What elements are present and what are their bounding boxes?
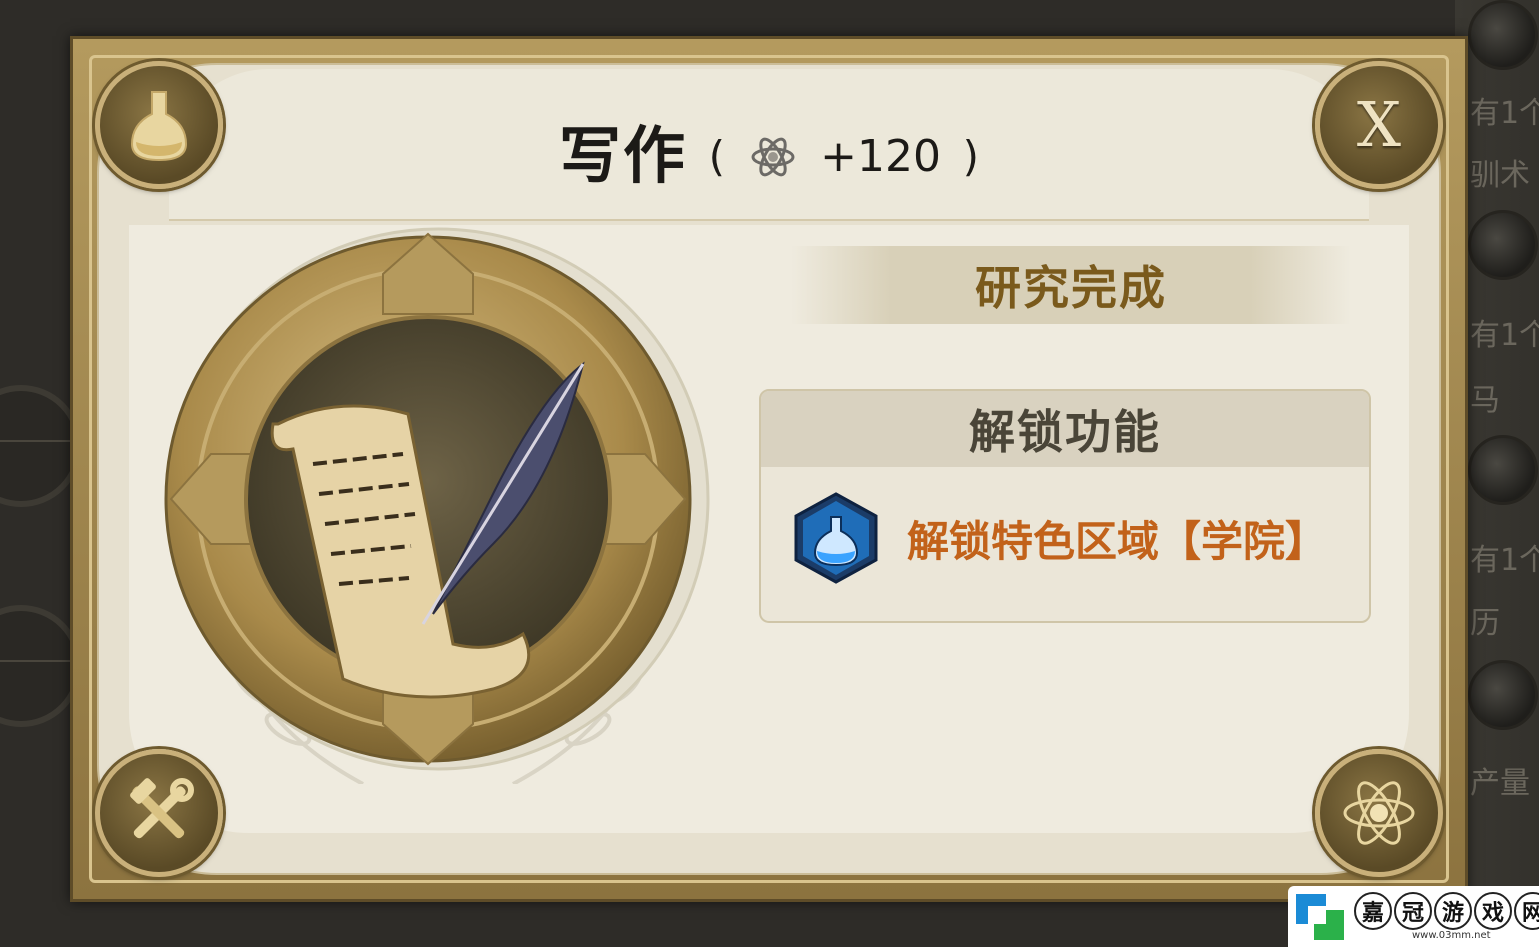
- watermark-char: 冠: [1394, 892, 1432, 930]
- research-status-text: 研究完成: [975, 261, 1167, 315]
- tech-name: 写作: [558, 119, 687, 192]
- reward-value: +120: [820, 131, 942, 182]
- background-connector: [0, 660, 80, 662]
- reward-open-paren: (: [708, 132, 725, 181]
- research-status-banner: 研究完成: [791, 246, 1351, 324]
- close-button[interactable]: X: [1315, 61, 1443, 189]
- science-atom-icon: [751, 137, 795, 177]
- watermark-text: 嘉 冠 游 戏 网: [1354, 892, 1539, 930]
- unlock-panel: 解锁功能 解锁特色区域【学院】: [759, 389, 1371, 623]
- unlock-item-text: 解锁特色区域【学院】: [907, 516, 1328, 566]
- watermark-char: 嘉: [1354, 892, 1392, 930]
- watermark-url: www.03mm.net: [1412, 930, 1491, 941]
- unlock-header: 解锁功能: [761, 391, 1369, 467]
- background-label: 历: [1470, 606, 1500, 641]
- unlock-item-row: 解锁特色区域【学院】: [791, 491, 1349, 585]
- background-tech-icon: [1468, 435, 1538, 505]
- background-label: 产量: [1470, 766, 1530, 801]
- unlock-header-title: 解锁功能: [969, 405, 1161, 459]
- background-label: 有1个: [1470, 318, 1539, 353]
- flask-corner-ornament: [95, 61, 223, 189]
- background-label: 有1个: [1470, 543, 1539, 578]
- close-icon: X: [1356, 88, 1402, 161]
- background-label: 驯术: [1470, 158, 1530, 193]
- background-tech-icon: [1468, 0, 1538, 70]
- watermark-char: 戏: [1474, 892, 1512, 930]
- watermark-char: 游: [1434, 892, 1472, 930]
- site-watermark: 嘉 冠 游 戏 网 www.03mm.net: [1288, 886, 1539, 947]
- dialog-title: 写作 ( +120 ): [73, 105, 1465, 195]
- research-complete-dialog: 写作 ( +120 ) X 研究完成 解锁功能 解锁特色区域【学院】: [70, 36, 1468, 902]
- background-connector: [0, 440, 80, 442]
- background-tech-icon: [1468, 210, 1538, 280]
- atom-icon: [1343, 781, 1415, 845]
- watermark-char: 网: [1514, 892, 1539, 930]
- watermark-logo: [1296, 894, 1344, 940]
- flask-hex-icon: [794, 492, 878, 584]
- reward-close-paren: ): [962, 132, 980, 181]
- background-tech-icon: [1468, 660, 1538, 730]
- flask-icon: [130, 91, 188, 162]
- background-label: 有1个: [1470, 96, 1539, 131]
- atom-corner-ornament: [1315, 749, 1443, 877]
- background-label: 马: [1470, 383, 1500, 418]
- tech-medallion: [164, 227, 710, 784]
